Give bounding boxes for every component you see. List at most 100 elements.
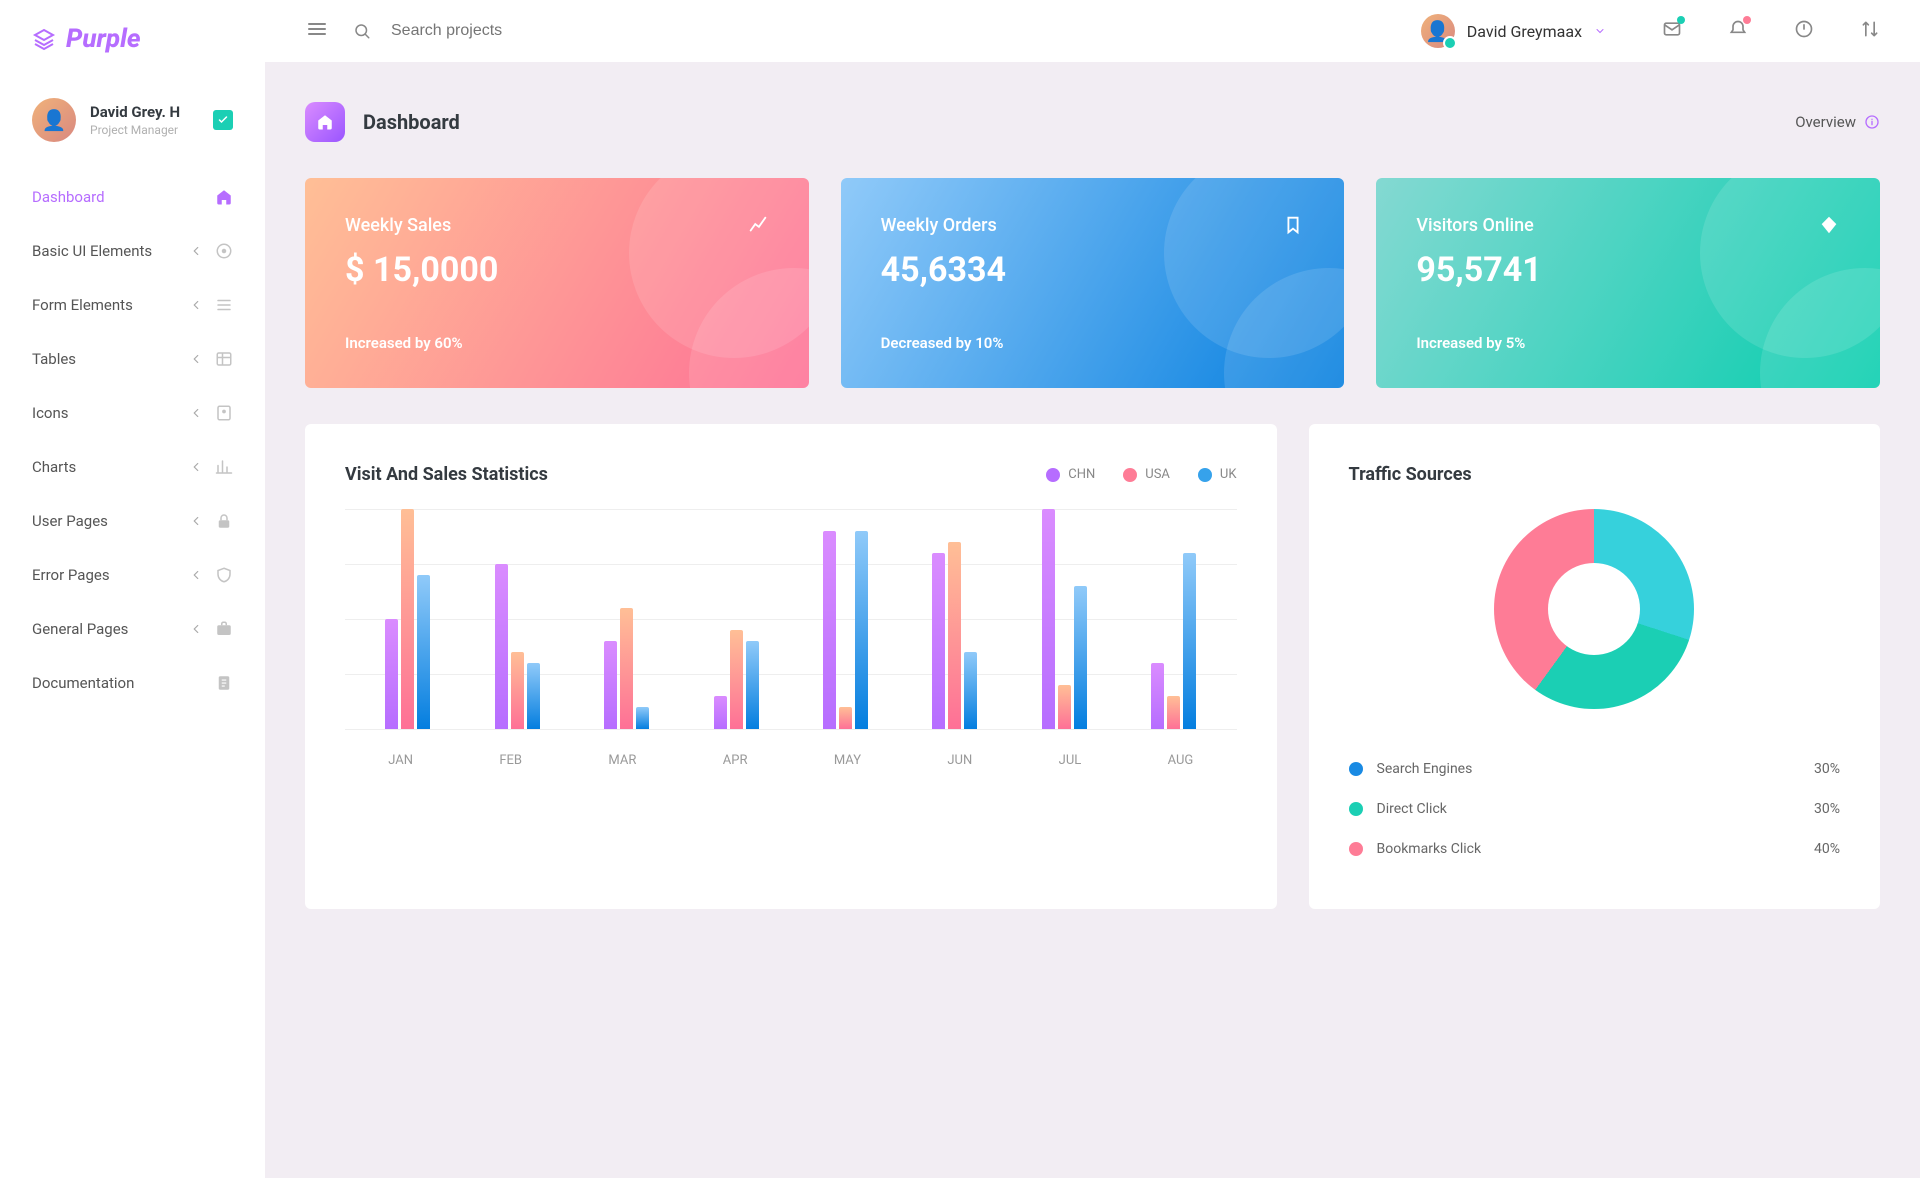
stat-card: Weekly Orders 45,6334 Decreased by 10%	[841, 178, 1345, 388]
bar	[1058, 685, 1071, 729]
legend-item: USA	[1123, 467, 1170, 482]
legend-label: USA	[1145, 467, 1170, 482]
legend-dot	[1198, 468, 1212, 482]
legend-dot	[1349, 762, 1363, 776]
brand[interactable]: Purple	[0, 0, 265, 78]
layers-icon	[32, 27, 56, 51]
bar	[1167, 696, 1180, 729]
axis-label: FEB	[499, 753, 522, 768]
bar-group	[495, 564, 540, 729]
sort-icon	[1860, 19, 1880, 39]
axis-label: JUN	[947, 753, 972, 768]
card-value: 45,6334	[881, 250, 1305, 290]
barchart-panel: Visit And Sales Statistics CHNUSAUK JANF…	[305, 424, 1277, 909]
table-icon	[215, 350, 233, 368]
bar	[964, 652, 977, 729]
legend-dot	[1349, 802, 1363, 816]
bar	[823, 531, 836, 729]
sidebar-item-dashboard[interactable]: Dashboard	[0, 170, 265, 224]
bar-chart-icon	[215, 458, 233, 476]
bar-group	[385, 509, 430, 729]
sidebar-item-label: Basic UI Elements	[32, 242, 189, 260]
bar	[636, 707, 649, 729]
profile-role: Project Manager	[90, 123, 199, 137]
card-delta: Increased by 5%	[1416, 334, 1840, 352]
sidebar-profile[interactable]: 👤 David Grey. H Project Manager	[0, 78, 265, 170]
sidebar-item-form-elements[interactable]: Form Elements	[0, 278, 265, 332]
sidebar-item-charts[interactable]: Charts	[0, 440, 265, 494]
traffic-label: Direct Click	[1377, 801, 1447, 817]
sidebar-item-tables[interactable]: Tables	[0, 332, 265, 386]
home-icon	[316, 113, 334, 131]
search-icon	[353, 22, 371, 40]
bar	[604, 641, 617, 729]
menu-toggle-button[interactable]	[305, 17, 329, 45]
chevron-down-icon	[1594, 25, 1606, 37]
legend-dot	[1349, 842, 1363, 856]
traffic-item: Direct Click 30%	[1349, 789, 1840, 829]
user-name: David Greymaax	[1467, 22, 1582, 41]
sidebar-item-general-pages[interactable]: General Pages	[0, 602, 265, 656]
axis-label: MAR	[608, 753, 636, 768]
sidebar-item-label: Tables	[32, 350, 189, 368]
user-menu[interactable]: 👤 David Greymaax	[1421, 14, 1606, 48]
page-title: Dashboard	[363, 110, 460, 134]
chevron-left-icon	[189, 622, 203, 636]
bar	[1151, 663, 1164, 729]
bar-group	[604, 608, 649, 729]
traffic-label: Search Engines	[1377, 761, 1473, 777]
card-value: $ 15,0000	[345, 250, 769, 290]
bar-group	[932, 542, 977, 729]
sidebar-item-label: Form Elements	[32, 296, 189, 314]
sidebar-item-label: Dashboard	[32, 188, 215, 206]
chevron-left-icon	[189, 460, 203, 474]
brand-name: Purple	[66, 24, 141, 54]
overview-label: Overview	[1795, 113, 1856, 131]
sidebar-item-label: User Pages	[32, 512, 189, 530]
card-label: Weekly Sales	[345, 215, 451, 236]
bookmark-icon	[1282, 214, 1304, 236]
sidebar-item-basic-ui-elements[interactable]: Basic UI Elements	[0, 224, 265, 278]
page-header-icon	[305, 102, 345, 142]
legend-item: CHN	[1046, 467, 1095, 482]
barchart-legend: CHN USA UK	[1046, 467, 1236, 482]
search-input[interactable]	[391, 22, 651, 40]
overview-link[interactable]: Overview	[1795, 113, 1880, 131]
chart-line-icon	[747, 214, 769, 236]
sidebar-item-error-pages[interactable]: Error Pages	[0, 548, 265, 602]
chevron-left-icon	[189, 244, 203, 258]
mail-button[interactable]	[1662, 19, 1682, 43]
home-icon	[215, 188, 233, 206]
traffic-value: 30%	[1814, 761, 1840, 777]
notification-dot	[1677, 16, 1685, 24]
notifications-button[interactable]	[1728, 19, 1748, 43]
axis-label: AUG	[1168, 753, 1194, 768]
bar-group	[1042, 509, 1087, 729]
traffic-value: 30%	[1814, 801, 1840, 817]
traffic-value: 40%	[1814, 841, 1840, 857]
card-value: 95,5741	[1416, 250, 1840, 290]
briefcase-icon	[215, 620, 233, 638]
stat-card: Visitors Online95,5741Increased by 5%	[1376, 178, 1880, 388]
avatar: 👤	[1421, 14, 1455, 48]
list-icon	[215, 296, 233, 314]
sidebar-item-user-pages[interactable]: User Pages	[0, 494, 265, 548]
card-delta: Decreased by 10%	[881, 334, 1305, 352]
shield-icon	[215, 566, 233, 584]
sidebar-item-icons[interactable]: Icons	[0, 386, 265, 440]
donut-chart	[1494, 509, 1694, 709]
power-button[interactable]	[1794, 19, 1814, 43]
traffic-label: Bookmarks Click	[1377, 841, 1482, 857]
sidebar: Purple 👤 David Grey. H Project Manager D…	[0, 0, 265, 1178]
legend-item: UK	[1198, 467, 1237, 482]
sort-button[interactable]	[1860, 19, 1880, 43]
sidebar-item-label: Icons	[32, 404, 189, 422]
sidebar-item-documentation[interactable]: Documentation	[0, 656, 265, 710]
card-label: Weekly Orders	[881, 215, 997, 236]
axis-label: JAN	[388, 753, 413, 768]
bar	[401, 509, 414, 729]
bar	[1074, 586, 1087, 729]
traffic-item: Bookmarks Click 40%	[1349, 829, 1840, 869]
sidebar-item-label: Documentation	[32, 674, 215, 692]
legend-label: CHN	[1068, 467, 1095, 482]
